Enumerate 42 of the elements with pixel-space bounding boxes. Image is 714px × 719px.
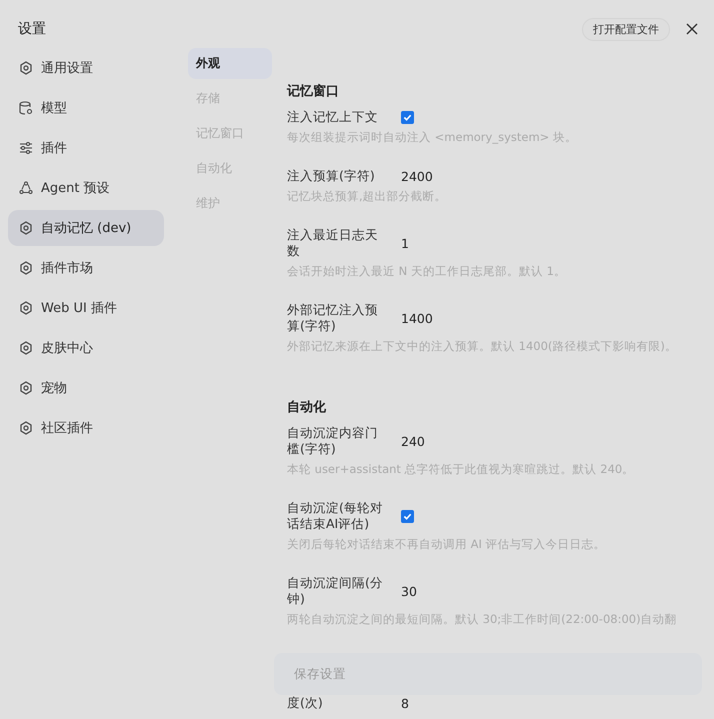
sidebar-item[interactable]: Agent 预设: [8, 170, 164, 206]
sidebar-item[interactable]: 皮肤中心: [8, 330, 164, 366]
section-title: 记忆窗口: [287, 82, 340, 100]
checkbox[interactable]: [401, 110, 414, 124]
subnav-item[interactable]: 外观: [188, 48, 272, 79]
field-label: 自动沉淀间隔(分钟): [287, 575, 384, 607]
cycle-icon: [19, 181, 33, 195]
section-title: 自动化: [287, 399, 327, 416]
gear-icon: [19, 61, 33, 75]
field-label: 自动沉淀内容门槛(字符): [287, 425, 379, 457]
sidebar-item[interactable]: 插件市场: [8, 250, 164, 286]
number-field[interactable]: 30: [401, 584, 417, 598]
database-icon: [19, 101, 33, 115]
gear-icon: [19, 301, 33, 315]
close-icon[interactable]: [686, 23, 698, 35]
field-label: 注入记忆上下文: [287, 109, 379, 125]
sidebar-item[interactable]: 模型: [8, 90, 164, 126]
gear-icon: [19, 261, 33, 275]
gear-icon: [19, 221, 33, 235]
number-field[interactable]: 1400: [401, 310, 433, 326]
field-label: 外部记忆注入预算(字符): [287, 302, 379, 334]
number-field[interactable]: 1: [401, 236, 409, 250]
window-title: 设置: [18, 20, 46, 38]
sidebar-item[interactable]: 通用设置: [8, 50, 164, 86]
number-field[interactable]: 8: [401, 696, 409, 710]
field-label: 度(次): [287, 695, 324, 711]
sidebar-item[interactable]: 宠物: [8, 370, 164, 406]
field-label: 自动沉淀(每轮对话结束AI评估): [287, 500, 384, 532]
field-label: 注入最近日志天数: [287, 227, 379, 259]
open-config-button[interactable]: 打开配置文件: [582, 18, 670, 40]
sidebar-item[interactable]: 社区插件: [8, 410, 164, 446]
number-field[interactable]: 240: [401, 434, 425, 448]
field-label: 注入预算(字符): [287, 168, 376, 184]
gear-icon: [19, 421, 33, 435]
checkbox[interactable]: [401, 510, 414, 522]
sliders-icon: [19, 141, 33, 155]
sidebar-item[interactable]: Web UI 插件: [8, 290, 164, 326]
number-field[interactable]: 2400: [401, 168, 433, 184]
sidebar-item[interactable]: 自动记忆 (dev): [8, 210, 164, 246]
gear-icon: [19, 341, 33, 355]
gear-icon: [19, 381, 33, 395]
sidebar-item[interactable]: 插件: [8, 130, 164, 166]
